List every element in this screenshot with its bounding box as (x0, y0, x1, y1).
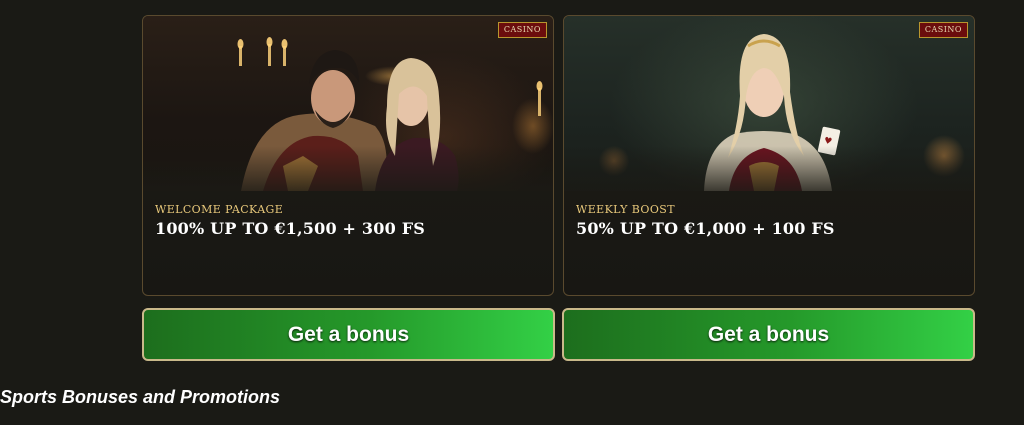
promo-headline: 100% UP TO €1,500 + 300 FS (155, 219, 426, 238)
image-fade-overlay (564, 146, 974, 191)
get-bonus-button-welcome[interactable]: Get a bonus (142, 308, 555, 361)
promo-subtitle: WELCOME PACKAGE (155, 203, 284, 216)
promo-image-royal-couple: CASINO (143, 16, 553, 191)
promo-card-welcome[interactable]: CASINO WELCOME PACKAGE 100% UP TO €1,500… (142, 15, 554, 296)
casino-badge: CASINO (918, 22, 968, 38)
image-fade-overlay (143, 146, 553, 191)
promo-subtitle: WEEKLY BOOST (576, 203, 675, 216)
section-heading-sports-bonuses: Sports Bonuses and Promotions (0, 387, 281, 407)
promo-image-queen: ♥ CASINO (564, 16, 974, 191)
promo-card-weekly-boost[interactable]: ♥ CASINO WEEKLY BOOST 50% UP TO €1,000 +… (563, 15, 975, 296)
casino-badge: CASINO (497, 22, 547, 38)
promo-headline: 50% UP TO €1,000 + 100 FS (576, 219, 835, 238)
get-bonus-button-weekly-boost[interactable]: Get a bonus (562, 308, 975, 361)
